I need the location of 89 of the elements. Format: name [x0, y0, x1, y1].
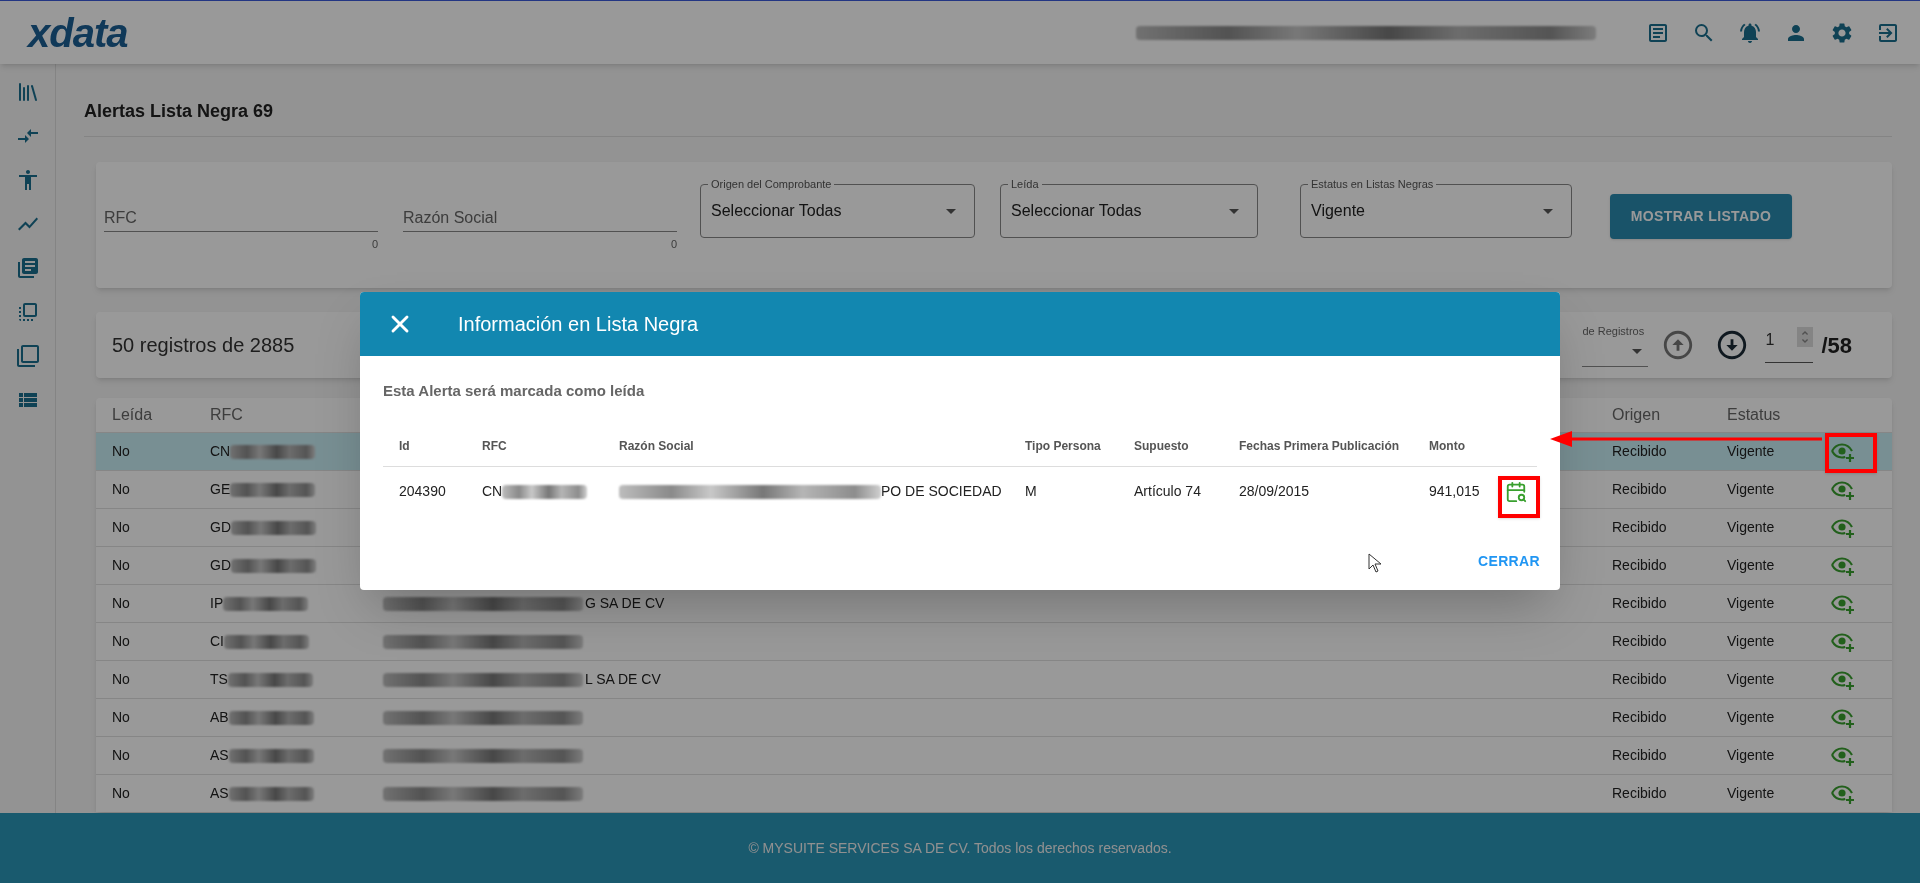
table-cell-text: No [112, 708, 131, 727]
caret-icon [1543, 208, 1553, 214]
table-cell-text: M [1024, 482, 1038, 501]
caret-icon [1632, 349, 1643, 354]
table-cell-text: Vigente [1727, 480, 1776, 499]
book-icon[interactable] [15, 256, 40, 280]
table-cell-text: CN [210, 442, 231, 461]
calendar-search-icon[interactable] [1505, 480, 1527, 503]
table-cell-text: Recibido [1612, 670, 1668, 689]
page-size-select[interactable]: de Registros [1582, 323, 1649, 367]
settings-icon[interactable] [1830, 20, 1854, 45]
table-cell-text: L SA DE CV [585, 670, 661, 689]
table-cell-text: No [112, 632, 131, 651]
table-cell-text: Recibido [1612, 556, 1668, 575]
records-count: 50 registros de 2885 [112, 333, 295, 358]
table-cell-text: No [112, 746, 131, 765]
caret-icon [1229, 208, 1239, 214]
column-header: RFC [210, 405, 244, 425]
table-cell-text: TS [210, 670, 228, 689]
dialog-message: Esta Alerta será marcada como leída [383, 381, 646, 401]
table-row[interactable]: No AS Recibido Vigente [96, 736, 1892, 774]
dialog-title: Información en Lista Negra [458, 312, 699, 337]
table-cell-text: No [112, 670, 131, 689]
total-pages: /58 [1821, 331, 1852, 360]
table-cell-text: CN [482, 482, 503, 501]
table-cell-text: Recibido [1612, 784, 1668, 803]
table-cell-text: Recibido [1612, 746, 1668, 765]
table-row[interactable]: No TS L SA DE CV Recibido Vigente [96, 660, 1892, 698]
logo[interactable]: xdata [28, 12, 128, 53]
table-row[interactable]: No CI Recibido Vigente [96, 622, 1892, 660]
table-cell-text: Recibido [1612, 708, 1668, 727]
copyright-text: © MYSUITE SERVICES SA DE CV. Todos los derechos reservados. [748, 838, 1172, 858]
table-cell-text: Recibido [1612, 518, 1668, 537]
table-cell-text: No [112, 556, 131, 575]
table-cell-text: Recibido [1612, 632, 1668, 651]
table-cell-text: Vigente [1727, 556, 1776, 575]
table-cell-text: No [112, 442, 131, 461]
column-header: Estatus [1727, 405, 1782, 425]
table-cell-text: Vigente [1727, 746, 1776, 765]
table-cell-text: 941,015 [1428, 482, 1481, 501]
table-cell-text: AS [210, 746, 229, 765]
column-header: Monto [1428, 438, 1466, 455]
column-header: RFC [481, 438, 508, 455]
column-header: Razón Social [618, 438, 695, 455]
table-cell-text: 204390 [398, 482, 447, 501]
caret-icon [946, 208, 956, 214]
table-cell-text: PO DE SOCIEDAD [881, 482, 1002, 501]
table-cell-text: Vigente [1727, 594, 1776, 613]
table-cell-text: No [112, 784, 131, 803]
mouse-cursor-icon [1368, 553, 1382, 573]
table-cell-text: G SA DE CV [585, 594, 665, 613]
table-cell-text: No [112, 594, 131, 613]
table-cell-text: GD [210, 518, 231, 537]
column-header: Fechas Primera Publicación [1238, 438, 1401, 455]
table-cell-text: Artículo 74 [1133, 482, 1202, 501]
table-cell-text: Recibido [1612, 594, 1668, 613]
table-cell-text: CI [210, 632, 224, 651]
table-cell-text: 28/09/2015 [1238, 482, 1311, 501]
table-cell-text: Recibido [1612, 480, 1668, 499]
column-header: Origen [1612, 405, 1662, 425]
table-cell-text: No [112, 518, 131, 537]
table-cell-text: GD [210, 556, 231, 575]
character-counter: 0 [670, 237, 677, 252]
table-row[interactable]: No AB Recibido Vigente [96, 698, 1892, 736]
table-cell-text: Vigente [1727, 442, 1776, 461]
table-cell-text: Vigente [1727, 708, 1776, 727]
column-header: Leída [112, 405, 154, 425]
stacked-squares-icon[interactable] [15, 344, 40, 368]
table-cell-text: IP [210, 594, 224, 613]
text-field[interactable]: RFC [104, 204, 378, 232]
table-cell-text: Vigente [1727, 632, 1776, 651]
text-field[interactable]: Razón Social [403, 204, 677, 232]
table-cell-text: Vigente [1727, 518, 1776, 537]
table-cell-text: GE [210, 480, 231, 499]
column-header: Id [398, 438, 411, 455]
table-cell-text: AB [210, 708, 229, 727]
page-title: Alertas Lista Negra 69 [84, 100, 275, 123]
column-header: Tipo Persona [1024, 438, 1102, 455]
highlight-frame [1825, 433, 1877, 473]
highlight-frame [1498, 476, 1540, 518]
table-cell-text: Recibido [1612, 442, 1668, 461]
table-cell-text: AS [210, 784, 229, 803]
table-cell-text: Vigente [1727, 784, 1776, 803]
table-row[interactable]: No AS Recibido Vigente [96, 774, 1892, 812]
table-cell-text: No [112, 480, 131, 499]
table-cell-text: Vigente [1727, 670, 1776, 689]
column-header: Supuesto [1133, 438, 1190, 455]
spinner-icon[interactable] [1797, 327, 1814, 347]
character-counter: 0 [371, 237, 378, 252]
